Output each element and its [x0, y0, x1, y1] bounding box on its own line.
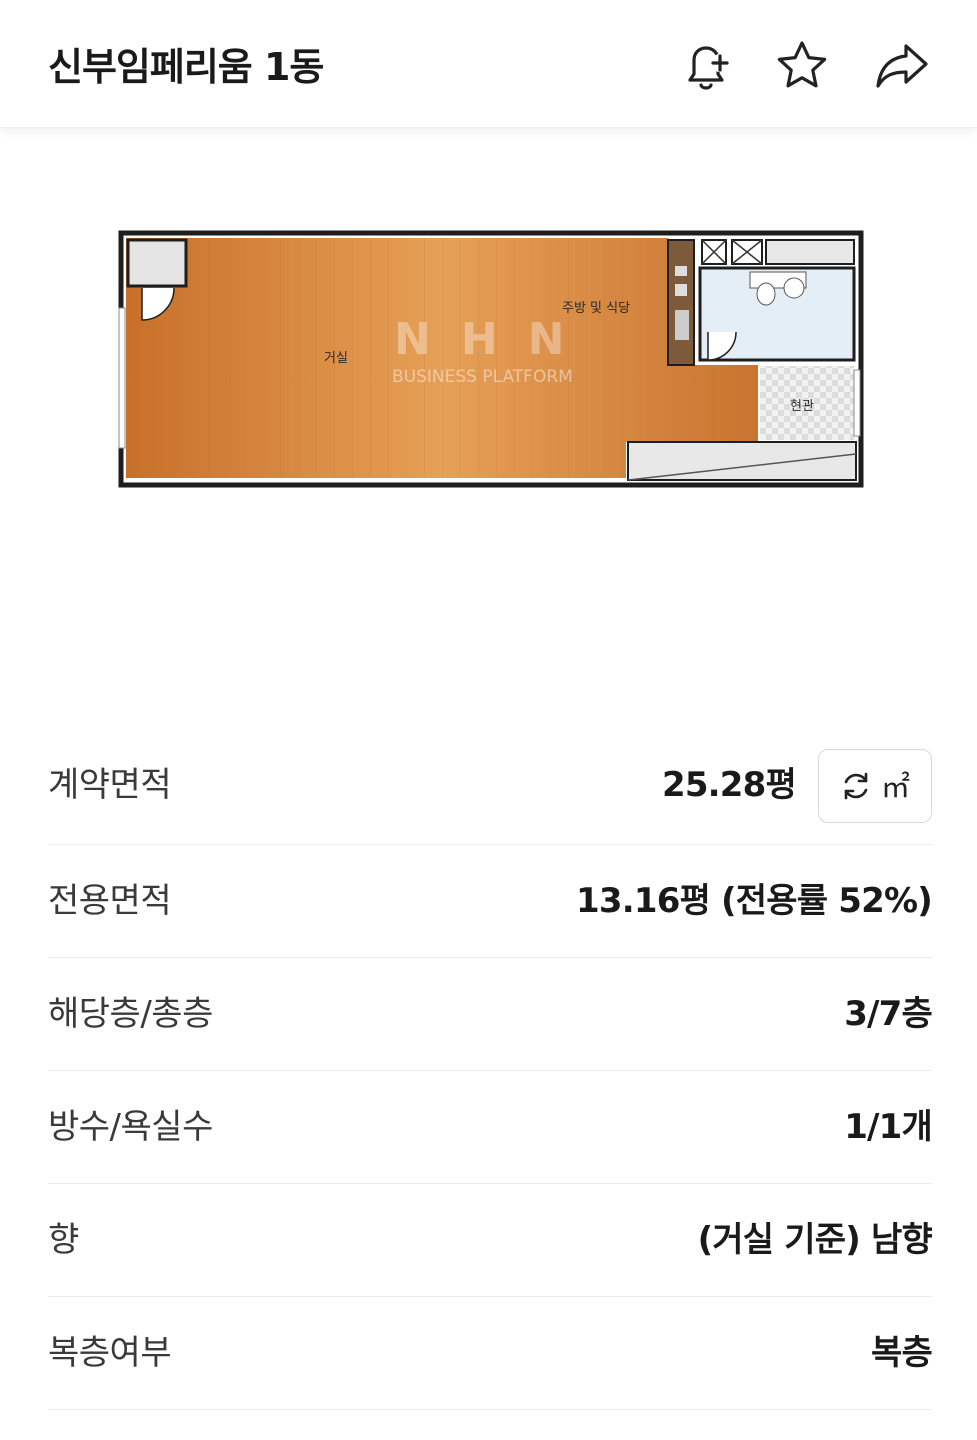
detail-value: 복층 — [871, 1333, 933, 1373]
detail-label: 해당층/총층 — [48, 994, 213, 1034]
detail-label: 방수/욕실수 — [48, 1107, 213, 1147]
refresh-icon — [844, 772, 868, 800]
detail-label: 향 — [48, 1220, 79, 1260]
detail-row-direction: 향 (거실 기준) 남향 — [48, 1184, 933, 1297]
detail-value: 1/1개 — [844, 1107, 933, 1147]
watermark-text: BUSINESS PLATFORM — [392, 367, 573, 387]
detail-value: 13.16평 (전용률 52%) — [576, 881, 933, 921]
detail-value: 25.28평 — [661, 765, 797, 805]
detail-value: (거실 기준) 남향 — [697, 1220, 933, 1260]
bell-plus-icon — [688, 46, 729, 90]
page-title: 신부임페리움 1동 — [48, 45, 324, 89]
notification-add-button[interactable] — [676, 36, 736, 96]
detail-label: 전용면적 — [48, 881, 172, 921]
detail-row-exclusive-area: 전용면적 13.16평 (전용률 52%) — [48, 845, 933, 958]
detail-value: 3/7층 — [844, 994, 933, 1034]
unit-toggle-button[interactable]: ㎡ — [818, 749, 932, 823]
star-icon — [777, 41, 827, 88]
property-details-list: 계약면적 25.28평 ㎡ 전용면적 13.16평 (전용률 52%) 해당층/… — [48, 726, 933, 1410]
top-app-bar: 신부임페리움 1동 — [0, 0, 977, 128]
detail-row-duplex: 복층여부 복층 — [48, 1297, 933, 1410]
detail-row-rooms: 방수/욕실수 1/1개 — [48, 1071, 933, 1184]
share-button[interactable] — [872, 36, 932, 96]
share-icon — [876, 44, 928, 88]
floor-plan-image: 거실 주방 및 식당 현관 NHN BUSINESS PLATFORM — [118, 230, 864, 488]
watermark-logo: NHN — [394, 314, 594, 365]
detail-row-contract-area: 계약면적 25.28평 ㎡ — [48, 726, 932, 845]
detail-label: 계약면적 — [48, 765, 172, 805]
room-label-entrance: 현관 — [790, 399, 814, 414]
unit-toggle-label: ㎡ — [881, 770, 911, 804]
detail-row-floor: 해당층/총층 3/7층 — [48, 958, 933, 1071]
detail-label: 복층여부 — [48, 1333, 172, 1373]
room-label-living: 거실 — [324, 351, 348, 366]
favorite-button[interactable] — [772, 36, 832, 96]
